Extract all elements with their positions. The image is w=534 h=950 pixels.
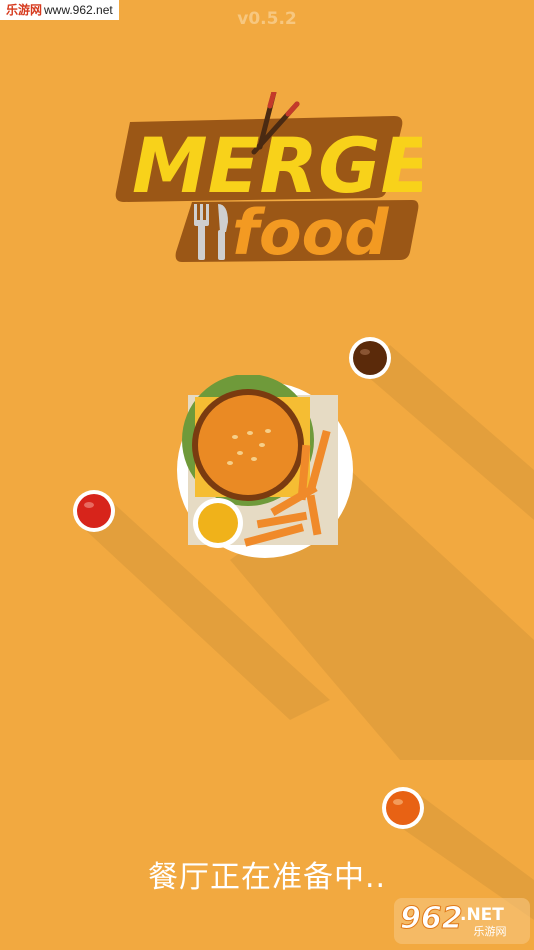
watermark-suffix: .NET	[460, 905, 504, 925]
watermark-sub: 乐游网	[473, 926, 507, 938]
loading-status-text: 餐厅正在准备中..	[147, 860, 387, 895]
watermark-bottom: 962 .NET 乐游网	[392, 896, 532, 946]
chocolate-sauce-icon	[348, 336, 392, 380]
orange-sauce-icon	[381, 786, 425, 830]
watermark-brand: 962	[400, 901, 463, 936]
burger-dish-illustration	[170, 374, 360, 565]
ketchup-sauce-icon	[72, 489, 116, 533]
